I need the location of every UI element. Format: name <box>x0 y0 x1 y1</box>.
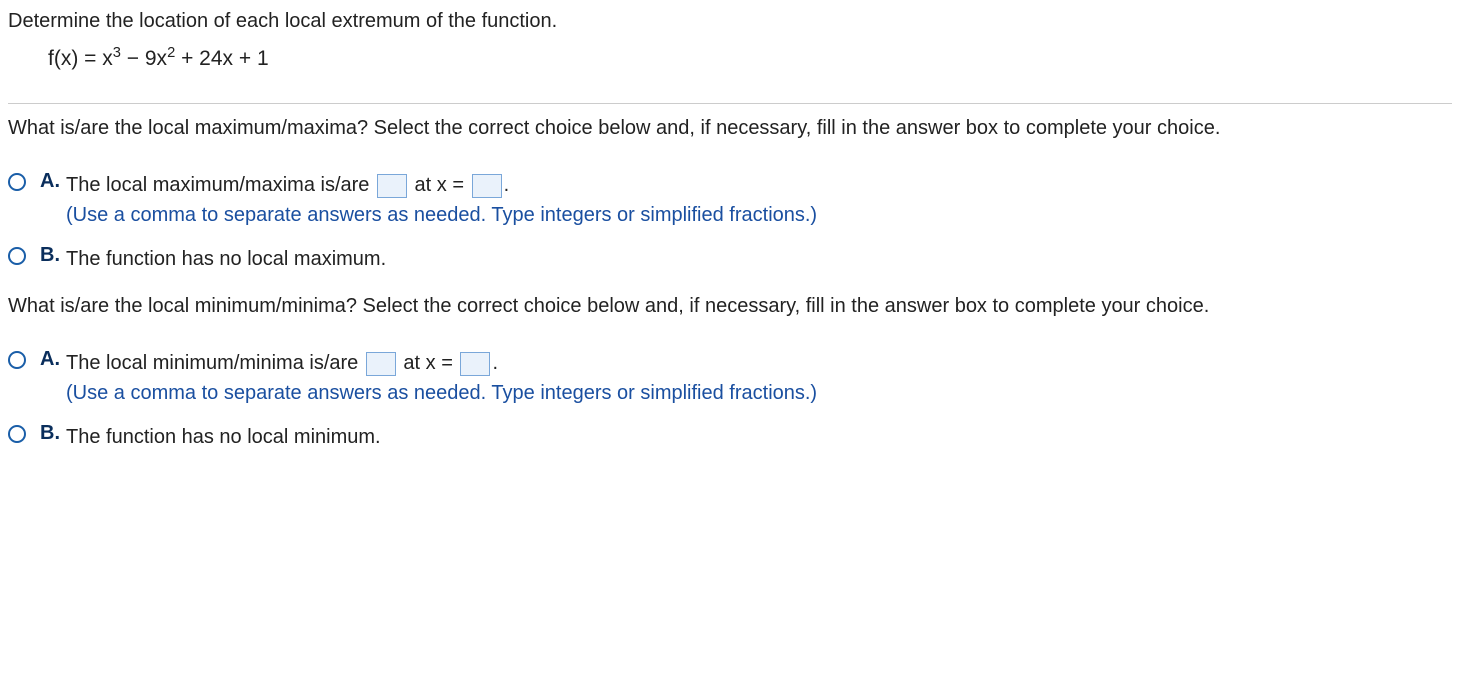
problem-header: Determine the location of each local ext… <box>8 6 1452 89</box>
choice-label: A. <box>40 170 66 193</box>
radio-icon[interactable] <box>8 247 26 265</box>
q2-choice-a[interactable]: A. The local minimum/minima is/are at x … <box>8 348 1452 408</box>
choice-body: The local minimum/minima is/are at x = .… <box>66 348 1452 408</box>
radio-icon[interactable] <box>8 173 26 191</box>
answer-box-min-value[interactable] <box>366 352 396 376</box>
radio-icon[interactable] <box>8 425 26 443</box>
answer-box-max-value[interactable] <box>377 174 407 198</box>
answer-box-min-x[interactable] <box>460 352 490 376</box>
question-1-text: What is/are the local maximum/maxima? Se… <box>8 114 1452 142</box>
choice-hint: (Use a comma to separate answers as need… <box>66 382 817 404</box>
divider <box>8 103 1452 104</box>
choice-body: The local maximum/maxima is/are at x = .… <box>66 170 1452 230</box>
choice-label: A. <box>40 348 66 371</box>
choice-body: The function has no local maximum. <box>66 244 1452 274</box>
choice-text-post: . <box>504 174 510 196</box>
choice-label: B. <box>40 244 66 267</box>
choice-label: B. <box>40 422 66 445</box>
q1-choice-b[interactable]: B. The function has no local maximum. <box>8 244 1452 274</box>
choice-text-post: . <box>492 352 498 374</box>
choice-body: The function has no local minimum. <box>66 422 1452 452</box>
q2-choice-b[interactable]: B. The function has no local minimum. <box>8 422 1452 452</box>
question-2-text: What is/are the local minimum/minima? Se… <box>8 292 1452 320</box>
problem-prompt: Determine the location of each local ext… <box>8 10 1452 33</box>
choice-text-pre: The local maximum/maxima is/are <box>66 174 375 196</box>
choice-text-mid: at x = <box>409 174 470 196</box>
choice-text-pre: The local minimum/minima is/are <box>66 352 364 374</box>
function-equation: f(x) = x3 − 9x2 + 24x + 1 <box>48 47 1452 71</box>
answer-box-max-x[interactable] <box>472 174 502 198</box>
choice-hint: (Use a comma to separate answers as need… <box>66 204 817 226</box>
q1-choice-a[interactable]: A. The local maximum/maxima is/are at x … <box>8 170 1452 230</box>
choice-text-mid: at x = <box>398 352 459 374</box>
radio-icon[interactable] <box>8 351 26 369</box>
